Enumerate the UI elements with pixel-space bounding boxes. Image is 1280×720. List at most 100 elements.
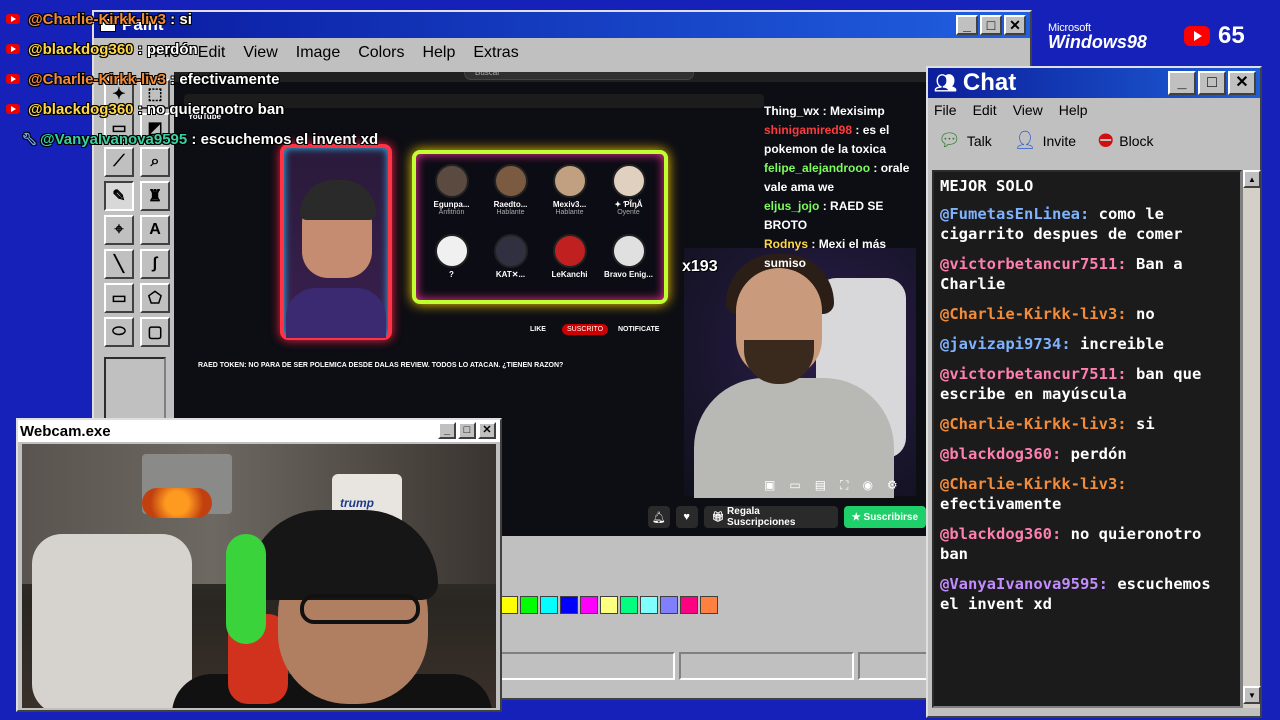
speaker-tile[interactable]: KAT✕...	[481, 233, 540, 291]
streamer-camera	[684, 248, 916, 498]
speaker-tile[interactable]: ?	[422, 233, 481, 291]
overlay-chat-text: escuchemos el invent xd	[200, 130, 379, 148]
block-label: Block	[1119, 132, 1154, 149]
chat-minimize-button[interactable]: _	[1168, 71, 1196, 95]
speaker-tile[interactable]: ✦ ƤĨᶇĂ Oyente	[599, 164, 658, 228]
chat-message: @victorbetancur7511: Ban a Charlie	[940, 254, 1234, 294]
chat-menu-edit[interactable]: Edit	[973, 102, 997, 118]
chat-username: @VanyaIvanova9595:	[940, 575, 1108, 593]
chat-message: @FumetasEnLinea: como le cigarrito despu…	[940, 204, 1234, 244]
chat-username: @Charlie-Kirkk-liv3:	[940, 415, 1127, 433]
overlay-chat-user: @Charlie-Kirkk-liv3	[28, 70, 167, 88]
color-swatch[interactable]	[500, 596, 518, 614]
overlay-chat-user: @Charlie-Kirkk-liv3	[28, 10, 167, 28]
color-swatch[interactable]	[640, 596, 658, 614]
scroll-track-fill[interactable]	[1243, 188, 1260, 686]
scroll-up-icon[interactable]: ▲	[1243, 170, 1261, 188]
airbrush-icon[interactable]: ⌖	[104, 215, 134, 245]
close-button[interactable]: ✕	[1004, 15, 1026, 35]
ellipse-icon[interactable]: ⬭	[104, 317, 134, 347]
overlay-chat-line: @Charlie-Kirkk-liv3 : efectivamente	[0, 64, 378, 94]
color-swatch[interactable]	[520, 596, 538, 614]
speaker-tile[interactable]: Mexiv3... Hablante	[540, 164, 599, 228]
gift-subs-button[interactable]: 🎁︎ Regala Suscripciones	[703, 506, 838, 528]
speaker-avatar	[552, 233, 587, 268]
subscribe-button[interactable]: ★ Suscribirse	[843, 506, 926, 528]
fullscreen-icon[interactable]: ⛶	[840, 478, 848, 493]
chat-scrollbar[interactable]: ▲ ▼	[1242, 170, 1261, 708]
cast-icon[interactable]: ▤	[815, 478, 826, 493]
curve-icon[interactable]: ∫	[140, 249, 170, 279]
webcam-close-button[interactable]: ✕	[478, 422, 496, 439]
chat-close-button[interactable]: ✕	[1228, 71, 1256, 95]
speaker-tile[interactable]: Raedto... Hablante	[481, 164, 540, 228]
stream-chat-user: shinigamired98	[764, 123, 853, 137]
person-glasses	[300, 594, 420, 624]
chat-username: @blackdog360:	[940, 525, 1062, 543]
chat-menu-view[interactable]: View	[1013, 102, 1043, 118]
rectangle-icon[interactable]: ▭	[104, 283, 134, 313]
youtube-search-input[interactable]: Buscar	[464, 72, 694, 80]
color-swatch[interactable]	[680, 596, 698, 614]
autoplay-icon[interactable]: ◉	[862, 478, 872, 493]
speaker-avatar	[611, 233, 646, 268]
webcam-titlebar[interactable]: Webcam.exe _ □ ✕	[18, 420, 500, 442]
speaker-name: KAT✕...	[495, 269, 526, 279]
webcam-minimize-button[interactable]: _	[438, 422, 456, 439]
brush-icon[interactable]: ♜	[140, 181, 170, 211]
chat-username: @victorbetancur7511:	[940, 255, 1127, 273]
stream-chat-user: eljus_jojo	[764, 199, 820, 213]
webcam-maximize-button[interactable]: □	[458, 422, 476, 439]
color-swatch[interactable]	[540, 596, 558, 614]
chat-text: perdón	[1070, 445, 1127, 463]
pencil-icon[interactable]: ✎	[104, 181, 134, 211]
menu-help[interactable]: Help	[422, 44, 455, 62]
color-swatch[interactable]	[580, 596, 598, 614]
speaker-tile[interactable]: Bravo Enig...	[599, 233, 658, 291]
bell-icon[interactable]: 🔔︎	[648, 506, 670, 528]
color-swatch[interactable]	[560, 596, 578, 614]
subscribed-badge[interactable]: SUSCRITO	[562, 324, 609, 335]
heart-icon[interactable]: ♥	[675, 506, 698, 528]
minimize-button[interactable]: _	[956, 15, 978, 35]
maximize-button[interactable]: □	[980, 15, 1002, 35]
invite-button[interactable]: 👤︎ Invite	[1014, 130, 1076, 151]
like-label[interactable]: LIKE	[530, 326, 546, 333]
settings-gear-icon[interactable]: ⚙	[887, 478, 898, 493]
player-controls: ▣ ▭ ▤ ⛶ ◉ ⚙	[764, 478, 898, 493]
text-icon[interactable]: A	[140, 215, 170, 245]
chat-menu-file[interactable]: File	[934, 102, 957, 118]
color-swatch[interactable]	[620, 596, 638, 614]
status-cell	[857, 652, 930, 680]
stream-chat-message: shinigamired98 : es el pokemon de la tox…	[764, 121, 924, 159]
chat-titlebar[interactable]: 👥︎ Chat _ □ ✕	[928, 68, 1260, 98]
chat-window: 👥︎ Chat _ □ ✕ File Edit View Help 💬︎ Talk 👤︎ I…	[926, 66, 1262, 718]
overlay-chat-line: @blackdog360 : no quieronotro ban	[0, 94, 378, 124]
people-icon: 👥︎	[934, 72, 957, 93]
scroll-down-icon[interactable]: ▼	[1243, 686, 1261, 704]
miniplayer-icon[interactable]: ▣	[764, 478, 775, 493]
chat-message: @Charlie-Kirkk-liv3: si	[940, 414, 1234, 434]
notify-label[interactable]: NOTIFICATE	[618, 326, 659, 333]
theater-icon[interactable]: ▭	[789, 478, 800, 493]
chat-username: @Charlie-Kirkk-liv3:	[940, 305, 1127, 323]
menu-extras[interactable]: Extras	[473, 44, 518, 62]
youtube-icon	[6, 44, 20, 54]
color-swatch[interactable]	[600, 596, 618, 614]
color-swatch[interactable]	[660, 596, 678, 614]
speaker-tile[interactable]: Egunpa... Anfitrión	[422, 164, 481, 228]
chat-partial-message: MEJOR SOLO	[940, 177, 1034, 195]
speaker-tile[interactable]: LeKanchi	[540, 233, 599, 291]
block-button[interactable]: ⛔︎ Block	[1098, 130, 1153, 151]
polygon-icon[interactable]: ⬠	[140, 283, 170, 313]
rounded-rect-icon[interactable]: ▢	[140, 317, 170, 347]
chat-menu-help[interactable]: Help	[1059, 102, 1088, 118]
line-icon[interactable]: ╲	[104, 249, 134, 279]
stream-chat-user: Thing_wx	[764, 104, 820, 118]
chat-text: si	[1135, 415, 1155, 433]
overlay-chat-line: @blackdog360 : perdón	[0, 34, 378, 64]
talk-button[interactable]: 💬︎ Talk	[938, 130, 992, 151]
color-swatch[interactable]	[700, 596, 718, 614]
chat-maximize-button[interactable]: □	[1198, 71, 1226, 95]
